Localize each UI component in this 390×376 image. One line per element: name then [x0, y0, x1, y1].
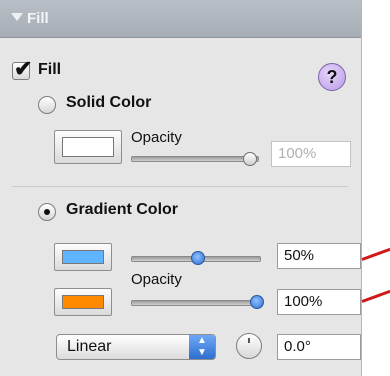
- gradient-stop1-color-well[interactable]: [54, 243, 112, 271]
- section-divider: [12, 186, 348, 187]
- solid-color-radio[interactable]: [38, 96, 56, 114]
- fill-label: Fill: [38, 61, 62, 78]
- gradient-color-label: Gradient Color: [66, 201, 179, 218]
- gradient-stop1-slider-knob[interactable]: [191, 251, 205, 265]
- help-button[interactable]: ?: [318, 63, 346, 91]
- gradient-stop2-slider-knob[interactable]: [250, 295, 264, 309]
- angle-field[interactable]: 0.0°: [277, 334, 361, 360]
- solid-opacity-field[interactable]: 100%: [271, 141, 351, 167]
- angle-dial[interactable]: [236, 333, 262, 359]
- solid-opacity-slider-track[interactable]: [131, 156, 259, 162]
- fill-checkbox[interactable]: ✔: [12, 56, 32, 81]
- gradient-type-select[interactable]: Linear ▲ ▼: [56, 334, 216, 360]
- solid-opacity-slider-knob[interactable]: [243, 152, 257, 166]
- section-title: Fill: [27, 10, 49, 27]
- annotation-arrow-line: [361, 247, 390, 261]
- select-arrows-icon: ▲ ▼: [189, 335, 215, 359]
- checkmark-icon: ✔: [14, 56, 33, 81]
- angle-dial-indicator: [248, 338, 250, 343]
- gradient-stop2-color-well[interactable]: [54, 288, 112, 316]
- fill-inspector-panel: Fill ✔ Fill ? Solid Color Opacity 100% G…: [0, 0, 362, 376]
- annotation-arrow-line: [361, 289, 390, 303]
- fill-section-header[interactable]: Fill: [0, 0, 361, 38]
- gradient-opacity-label: Opacity: [131, 271, 182, 288]
- radio-selected-dot: [44, 209, 50, 215]
- help-icon: ?: [326, 67, 338, 87]
- solid-opacity-label: Opacity: [131, 129, 182, 146]
- gradient-type-value: Linear: [67, 338, 112, 355]
- solid-color-label: Solid Color: [66, 94, 152, 111]
- solid-color-well[interactable]: [54, 130, 122, 164]
- gradient-stop1-swatch: [62, 250, 104, 264]
- solid-color-swatch: [62, 137, 114, 157]
- gradient-stop1-field[interactable]: 50%: [277, 243, 361, 269]
- disclosure-triangle-icon[interactable]: [11, 13, 23, 21]
- gradient-stop2-field[interactable]: 100%: [277, 289, 361, 315]
- gradient-stop2-swatch: [62, 295, 104, 309]
- gradient-color-radio[interactable]: [38, 203, 56, 221]
- gradient-stop2-slider-track[interactable]: [131, 300, 261, 306]
